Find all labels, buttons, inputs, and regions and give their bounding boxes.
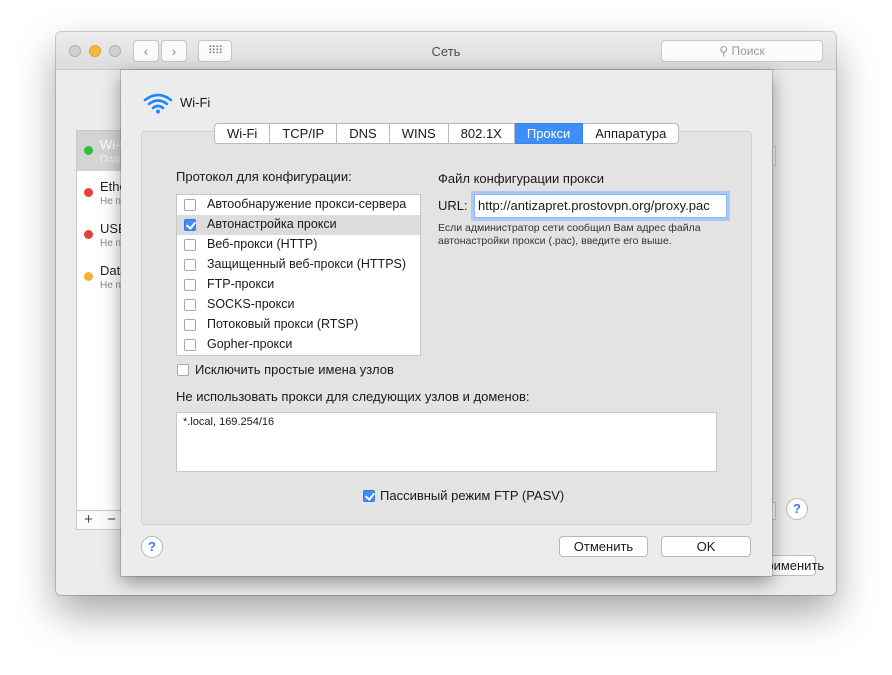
tab-bar: Wi-Fi TCP/IP DNS WINS 802.1X Прокси Аппаратура — [214, 123, 680, 144]
protocol-checkbox[interactable] — [184, 259, 196, 271]
protocol-label: Gopher-прокси — [207, 337, 293, 351]
passive-ftp-label: Пассивный режим FTP (PASV) — [380, 488, 565, 503]
protocol-checkbox[interactable] — [184, 239, 196, 251]
tab-wi-fi[interactable]: Wi-Fi — [214, 123, 271, 144]
pac-hint: Если администратор сети сообщил Вам адре… — [438, 222, 701, 247]
protocol-label: SOCKS-прокси — [207, 297, 295, 311]
protocol-item[interactable]: SOCKS-прокси — [177, 295, 420, 315]
tab-tcp-ip[interactable]: TCP/IP — [270, 123, 338, 144]
bypass-hosts-textarea[interactable]: *.local, 169.254/16 — [176, 412, 717, 472]
protocol-label: Автообнаружение прокси-сервера — [207, 197, 407, 211]
search-icon: ⚲ — [719, 44, 729, 58]
search-input[interactable]: ⚲ Поиск — [661, 40, 823, 62]
add-remove-controls: + − — [76, 510, 124, 530]
background-help-button[interactable]: ? — [786, 498, 808, 520]
titlebar: ‹ › ⠿⠿ Сеть ⚲ Поиск — [56, 32, 836, 70]
service-list: Wi-FiПодключеноEthernetНе подключеноUSBН… — [76, 130, 124, 530]
protocol-label: Потоковый прокси (RTSP) — [207, 317, 359, 331]
ok-button[interactable]: OK — [661, 536, 751, 557]
pac-title: Файл конфигурации прокси — [438, 171, 605, 186]
protocol-list: Автообнаружение прокси-сервера Автонастро… — [176, 194, 421, 356]
tab-802-1x[interactable]: 802.1X — [448, 123, 515, 144]
search-placeholder: Поиск — [731, 44, 765, 58]
protocol-label: Автонастройка прокси — [207, 217, 337, 231]
protocol-item[interactable]: Веб-прокси (HTTP) — [177, 235, 420, 255]
advanced-settings-sheet: Wi-Fi Wi-Fi TCP/IP DNS WINS 802.1X Прокси Аппа… — [121, 70, 772, 576]
exclude-simple-hostnames-label: Исключить простые имена узлов — [195, 362, 394, 377]
status-dot-icon — [84, 272, 93, 281]
protocol-checkbox[interactable] — [184, 199, 196, 211]
exclude-simple-hostnames-checkbox[interactable] — [177, 364, 189, 376]
pac-url-field[interactable]: http://antizapret.prostovpn.org/proxy.pa… — [474, 194, 727, 218]
protocol-checkbox[interactable] — [184, 319, 196, 331]
protocol-item[interactable]: Gopher-прокси — [177, 335, 420, 355]
protocols-label: Протокол для конфигурации: — [176, 169, 352, 184]
protocol-item[interactable]: FTP-прокси — [177, 275, 420, 295]
status-dot-icon — [84, 188, 93, 197]
protocol-label: Защищенный веб-прокси (HTTPS) — [207, 257, 407, 271]
bypass-label: Не использовать прокси для следующих узл… — [176, 389, 530, 404]
add-service-button[interactable]: + — [77, 511, 100, 528]
service-item[interactable]: USBНе подключено — [77, 215, 123, 255]
cancel-button[interactable]: Отменить — [559, 536, 648, 557]
remove-service-button[interactable]: − — [100, 511, 123, 528]
protocol-item[interactable]: Потоковый прокси (RTSP) — [177, 315, 420, 335]
wifi-icon — [143, 93, 173, 114]
background-field-edge — [774, 146, 776, 166]
tab-прокси[interactable]: Прокси — [514, 123, 584, 144]
protocol-item[interactable]: Автообнаружение прокси-сервера — [177, 195, 420, 215]
protocol-item[interactable]: Автонастройка прокси — [177, 215, 420, 235]
protocol-label: Веб-прокси (HTTP) — [207, 237, 318, 251]
sheet-title: Wi-Fi — [180, 95, 211, 110]
protocol-checkbox[interactable] — [184, 219, 196, 231]
tab-dns[interactable]: DNS — [337, 123, 390, 144]
tab-wins[interactable]: WINS — [389, 123, 449, 144]
passive-ftp-checkbox[interactable] — [363, 490, 375, 502]
help-button[interactable]: ? — [141, 536, 163, 558]
protocol-checkbox[interactable] — [184, 279, 196, 291]
status-dot-icon — [84, 230, 93, 239]
protocol-label: FTP-прокси — [207, 277, 275, 291]
protocol-item[interactable]: Защищенный веб-прокси (HTTPS) — [177, 255, 420, 275]
protocol-checkbox[interactable] — [184, 299, 196, 311]
service-item[interactable]: Wi-FiПодключено — [77, 131, 123, 171]
protocol-checkbox[interactable] — [184, 339, 196, 351]
service-item[interactable]: DataНе подключено — [77, 257, 123, 297]
tab-аппаратура[interactable]: Аппаратура — [583, 123, 680, 144]
service-item[interactable]: EthernetНе подключено — [77, 173, 123, 213]
url-label: URL: — [438, 198, 468, 213]
status-dot-icon — [84, 146, 93, 155]
